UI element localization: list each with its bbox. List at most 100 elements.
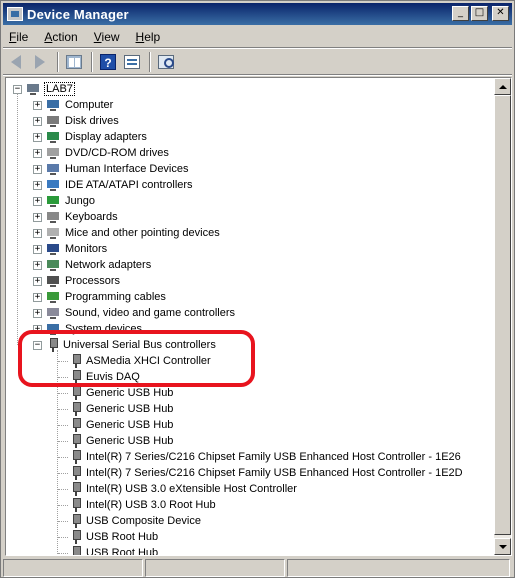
tree-category-label[interactable]: Mice and other pointing devices xyxy=(64,227,221,239)
expand-button[interactable]: + xyxy=(33,244,42,254)
device-tree[interactable]: − LAB7 + Computer + Disk drives + Display adapt… xyxy=(5,77,512,556)
expand-button[interactable]: + xyxy=(33,116,42,126)
tree-category-row[interactable]: + Monitors xyxy=(33,241,108,257)
tree-category-label[interactable]: IDE ATA/ATAPI controllers xyxy=(64,179,194,191)
tree-category-label[interactable]: Display adapters xyxy=(64,131,148,143)
expand-button[interactable]: + xyxy=(33,292,42,302)
tree-device-label[interactable]: Generic USB Hub xyxy=(85,403,174,415)
properties-button[interactable] xyxy=(121,51,143,73)
menu-view[interactable]: View xyxy=(88,30,126,44)
arrow-down-icon xyxy=(498,544,507,549)
keyboard-icon xyxy=(45,210,61,224)
toolbar-separator xyxy=(91,52,93,72)
minimize-button[interactable]: _ xyxy=(452,6,469,21)
scan-hardware-button[interactable] xyxy=(155,51,177,73)
tree-device-row[interactable]: Intel(R) 7 Series/C216 Chipset Family US… xyxy=(68,449,462,465)
properties-icon xyxy=(124,55,140,69)
scroll-thumb[interactable] xyxy=(494,95,511,535)
menu-help[interactable]: Help xyxy=(130,30,167,44)
tree-category-row[interactable]: + Human Interface Devices xyxy=(33,161,190,177)
tree-category-row[interactable]: + Network adapters xyxy=(33,257,152,273)
tree-device-row[interactable]: Intel(R) 7 Series/C216 Chipset Family US… xyxy=(68,465,464,481)
tree-category-row[interactable]: + Processors xyxy=(33,273,121,289)
tree-category-label[interactable]: Network adapters xyxy=(64,259,152,271)
scroll-up-button[interactable] xyxy=(494,78,511,95)
help-button[interactable]: ? xyxy=(97,51,119,73)
expand-button[interactable]: + xyxy=(33,164,42,174)
vertical-scrollbar[interactable] xyxy=(494,78,511,555)
expand-button[interactable]: + xyxy=(33,308,42,318)
tree-device-row[interactable]: USB Root Hub xyxy=(68,545,159,555)
tree-device-label[interactable]: USB Root Hub xyxy=(85,547,159,555)
expand-button[interactable]: + xyxy=(33,132,42,142)
tree-device-row[interactable]: USB Root Hub xyxy=(68,529,159,545)
tree-category-row[interactable]: + IDE ATA/ATAPI controllers xyxy=(33,177,194,193)
forward-button[interactable] xyxy=(29,51,51,73)
tree-category-row[interactable]: + System devices xyxy=(33,321,143,337)
tree-device-row[interactable]: Generic USB Hub xyxy=(68,385,174,401)
tree-category-row[interactable]: + Display adapters xyxy=(33,129,148,145)
tree-device-label[interactable]: Intel(R) USB 3.0 eXtensible Host Control… xyxy=(85,483,298,495)
tree-device-label[interactable]: Generic USB Hub xyxy=(85,419,174,431)
collapse-button[interactable]: − xyxy=(33,340,42,350)
expand-button[interactable]: + xyxy=(33,276,42,286)
tree-category-row[interactable]: + Computer xyxy=(33,97,114,113)
tree-device-row[interactable]: Intel(R) USB 3.0 Root Hub xyxy=(68,497,217,513)
tree-category-label[interactable]: Monitors xyxy=(64,243,108,255)
tree-device-label[interactable]: Euvis DAQ xyxy=(85,371,141,383)
tree-category-row-usb[interactable]: − Universal Serial Bus controllers xyxy=(33,337,217,353)
title-bar[interactable]: Device Manager _ □ ✕ xyxy=(3,3,512,25)
tree-category-row[interactable]: + Jungo xyxy=(33,193,96,209)
tree-category-label[interactable]: Universal Serial Bus controllers xyxy=(62,339,217,351)
expand-button[interactable]: + xyxy=(33,324,42,334)
tree-root-label[interactable]: LAB7 xyxy=(44,82,75,96)
tree-category-label[interactable]: Processors xyxy=(64,275,121,287)
tree-category-row[interactable]: + Mice and other pointing devices xyxy=(33,225,221,241)
tree-device-label[interactable]: USB Root Hub xyxy=(85,531,159,543)
tree-category-label[interactable]: Disk drives xyxy=(64,115,120,127)
tree-device-label[interactable]: Generic USB Hub xyxy=(85,387,174,399)
tree-category-row[interactable]: + Programming cables xyxy=(33,289,167,305)
tree-category-label[interactable]: Keyboards xyxy=(64,211,119,223)
tree-device-row[interactable]: Euvis DAQ xyxy=(68,369,141,385)
tree-device-label[interactable]: Intel(R) USB 3.0 Root Hub xyxy=(85,499,217,511)
show-hide-console-tree-button[interactable] xyxy=(63,51,85,73)
tree-device-label[interactable]: Generic USB Hub xyxy=(85,435,174,447)
expand-button[interactable]: + xyxy=(33,180,42,190)
tree-category-label[interactable]: Computer xyxy=(64,99,114,111)
tree-category-row[interactable]: + Disk drives xyxy=(33,113,120,129)
tree-device-row[interactable]: ASMedia XHCI Controller xyxy=(68,353,212,369)
expand-button[interactable]: + xyxy=(33,212,42,222)
tree-device-row[interactable]: USB Composite Device xyxy=(68,513,202,529)
tree-category-label[interactable]: System devices xyxy=(64,323,143,335)
expand-button[interactable]: + xyxy=(33,260,42,270)
expand-button[interactable]: + xyxy=(33,100,42,110)
menu-action[interactable]: Action xyxy=(38,30,83,44)
tree-device-label[interactable]: Intel(R) 7 Series/C216 Chipset Family US… xyxy=(85,451,462,463)
tree-root-row[interactable]: − LAB7 xyxy=(13,81,75,97)
tree-category-row[interactable]: + Sound, video and game controllers xyxy=(33,305,236,321)
maximize-button[interactable]: □ xyxy=(471,6,488,21)
tree-device-row[interactable]: Generic USB Hub xyxy=(68,433,174,449)
tree-category-label[interactable]: Sound, video and game controllers xyxy=(64,307,236,319)
tree-device-row[interactable]: Intel(R) USB 3.0 eXtensible Host Control… xyxy=(68,481,298,497)
close-button[interactable]: ✕ xyxy=(492,6,509,21)
expand-button[interactable]: + xyxy=(33,148,42,158)
tree-device-label[interactable]: USB Composite Device xyxy=(85,515,202,527)
back-button[interactable] xyxy=(5,51,27,73)
menu-file[interactable]: File xyxy=(3,30,34,44)
tree-device-row[interactable]: Generic USB Hub xyxy=(68,401,174,417)
tree-device-row[interactable]: Generic USB Hub xyxy=(68,417,174,433)
tree-device-label[interactable]: Intel(R) 7 Series/C216 Chipset Family US… xyxy=(85,467,464,479)
tree-category-row[interactable]: + Keyboards xyxy=(33,209,119,225)
device-manager-window: Device Manager _ □ ✕ File Action View Help … xyxy=(0,0,515,578)
expand-button[interactable]: + xyxy=(33,228,42,238)
tree-category-row[interactable]: + DVD/CD-ROM drives xyxy=(33,145,170,161)
expand-button[interactable]: + xyxy=(33,196,42,206)
tree-device-label[interactable]: ASMedia XHCI Controller xyxy=(85,355,212,367)
tree-category-label[interactable]: DVD/CD-ROM drives xyxy=(64,147,170,159)
tree-category-label[interactable]: Programming cables xyxy=(64,291,167,303)
scroll-down-button[interactable] xyxy=(494,538,511,555)
tree-category-label[interactable]: Jungo xyxy=(64,195,96,207)
tree-category-label[interactable]: Human Interface Devices xyxy=(64,163,190,175)
